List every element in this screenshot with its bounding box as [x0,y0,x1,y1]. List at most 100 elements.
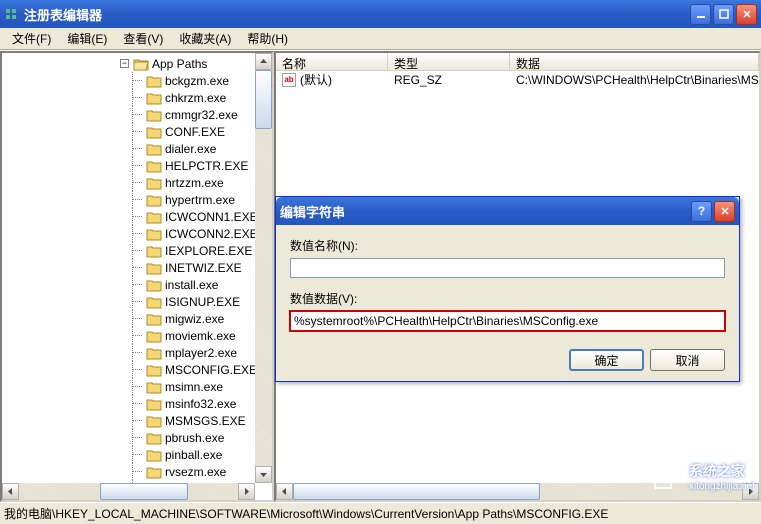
tree-item-label: MSMSGS.EXE [165,414,246,428]
tree-item-label: migwiz.exe [165,312,224,326]
ok-button[interactable]: 确定 [569,349,644,371]
cell-name: (默认) [300,71,332,88]
tree-item-label: pbrush.exe [165,431,224,445]
list-row[interactable]: ab (默认) REG_SZ C:\WINDOWS\PCHealth\HelpC… [276,71,759,88]
tree-item[interactable]: msimn.exe [128,378,270,395]
cancel-button[interactable]: 取消 [650,349,725,371]
scroll-left-button[interactable] [2,483,19,500]
dialog-titlebar[interactable]: 编辑字符串 ? [276,197,739,225]
menu-file[interactable]: 文件(F) [4,28,59,49]
folder-icon [146,74,162,88]
menu-view[interactable]: 查看(V) [115,28,171,49]
regedit-icon [4,6,20,22]
tree-item-label: rvsezm.exe [165,465,226,479]
tree-item[interactable]: rvsezm.exe [128,463,270,480]
tree-parent-label[interactable]: App Paths [152,57,207,71]
tree-item-label: cmmgr32.exe [165,108,238,122]
column-type[interactable]: 类型 [388,53,510,70]
tree-item[interactable]: CONF.EXE [128,123,270,140]
dialog-title: 编辑字符串 [280,202,691,221]
folder-icon [146,227,162,241]
cell-data: C:\WINDOWS\PCHealth\HelpCtr\Binaries\MSC… [510,73,759,87]
tree-toggle[interactable]: − [120,59,129,68]
folder-icon [146,159,162,173]
list-hscrollbar[interactable] [276,483,759,500]
tree-item[interactable]: MSMSGS.EXE [128,412,270,429]
tree-item[interactable]: INETWIZ.EXE [128,259,270,276]
tree-item-label: mplayer2.exe [165,346,237,360]
folder-icon [146,448,162,462]
tree-pane: − App Paths bckgzm.exe chkrzm.exe cmmgr32.… [0,51,274,502]
maximize-button[interactable] [713,4,734,25]
tree-item[interactable]: msinfo32.exe [128,395,270,412]
tree-item-label: bckgzm.exe [165,74,229,88]
tree-item[interactable]: migwiz.exe [128,310,270,327]
folder-icon [146,108,162,122]
folder-icon [146,380,162,394]
tree-item-label: ICWCONN1.EXE [165,210,258,224]
tree-item[interactable]: MSCONFIG.EXE [128,361,270,378]
tree-item[interactable]: ISIGNUP.EXE [128,293,270,310]
statusbar: 我的电脑\HKEY_LOCAL_MACHINE\SOFTWARE\Microso… [0,502,761,524]
scroll-down-button[interactable] [255,466,272,483]
dialog-help-button[interactable]: ? [691,201,712,222]
tree-item[interactable]: install.exe [128,276,270,293]
folder-icon [146,142,162,156]
tree-item[interactable]: pinball.exe [128,446,270,463]
tree-hscrollbar[interactable] [2,483,255,500]
tree-item[interactable]: hrtzzm.exe [128,174,270,191]
tree-item-label: msinfo32.exe [165,397,236,411]
scroll-right-button[interactable] [742,483,759,500]
value-data-input[interactable] [290,311,725,331]
tree-item[interactable]: dialer.exe [128,140,270,157]
tree-item-label: moviemk.exe [165,329,236,343]
tree-item-label: MSCONFIG.EXE [165,363,257,377]
tree-item[interactable]: ICWCONN1.EXE [128,208,270,225]
statusbar-path: 我的电脑\HKEY_LOCAL_MACHINE\SOFTWARE\Microso… [4,505,608,522]
folder-icon [146,278,162,292]
tree-item[interactable]: ICWCONN2.EXE [128,225,270,242]
column-name[interactable]: 名称 [276,53,388,70]
folder-icon [146,261,162,275]
value-name-label: 数值名称(N): [290,237,725,254]
tree-item[interactable]: chkrzm.exe [128,89,270,106]
folder-icon [146,295,162,309]
tree-item[interactable]: moviemk.exe [128,327,270,344]
folder-icon [146,125,162,139]
tree-item[interactable]: bckgzm.exe [128,72,270,89]
close-button[interactable] [736,4,757,25]
folder-icon [146,244,162,258]
tree-item-label: CONF.EXE [165,125,225,139]
value-data-label: 数值数据(V): [290,290,725,307]
folder-icon [146,431,162,445]
scroll-right-button[interactable] [238,483,255,500]
tree-item[interactable]: cmmgr32.exe [128,106,270,123]
tree-item[interactable]: IEXPLORE.EXE [128,242,270,259]
menu-favorites[interactable]: 收藏夹(A) [171,28,239,49]
scroll-up-button[interactable] [255,53,272,70]
tree-item-label: chkrzm.exe [165,91,226,105]
tree-item[interactable]: HELPCTR.EXE [128,157,270,174]
tree-item-label: IEXPLORE.EXE [165,244,252,258]
tree-item-label: hypertrm.exe [165,193,235,207]
folder-icon [146,210,162,224]
menubar: 文件(F) 编辑(E) 查看(V) 收藏夹(A) 帮助(H) [0,28,761,50]
tree-item[interactable]: pbrush.exe [128,429,270,446]
minimize-button[interactable] [690,4,711,25]
folder-icon [146,91,162,105]
menu-edit[interactable]: 编辑(E) [59,28,115,49]
dialog-close-button[interactable] [714,201,735,222]
tree-item-label: HELPCTR.EXE [165,159,248,173]
tree-item-label: ISIGNUP.EXE [165,295,240,309]
tree-item[interactable]: hypertrm.exe [128,191,270,208]
scroll-left-button[interactable] [276,483,293,500]
column-data[interactable]: 数据 [510,53,759,70]
folder-icon [146,312,162,326]
menu-help[interactable]: 帮助(H) [239,28,296,49]
tree-vscrollbar[interactable] [255,53,272,483]
value-name-input[interactable] [290,258,725,278]
string-value-icon: ab [282,73,296,87]
tree-item-label: msimn.exe [165,380,223,394]
tree-item-label: ICWCONN2.EXE [165,227,258,241]
tree-item[interactable]: mplayer2.exe [128,344,270,361]
